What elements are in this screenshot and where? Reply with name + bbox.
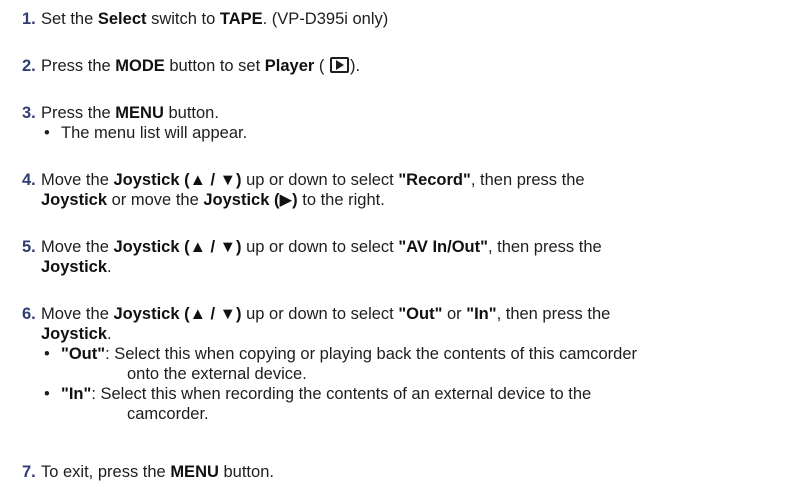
text-fragment: Set the — [41, 10, 98, 28]
step-number: 4. — [22, 171, 36, 189]
text-fragment: up or down to select — [241, 171, 399, 189]
text-fragment: ). — [350, 57, 361, 75]
text-fragment: Press the — [41, 104, 116, 122]
text-fragment: button. — [218, 463, 274, 481]
bold-term: "Out" — [398, 305, 443, 323]
text-fragment: Move the — [41, 305, 114, 323]
text-fragment: Move the — [41, 171, 114, 189]
bullet-glyph: • — [44, 124, 50, 142]
sub-text-continuation: camcorder. — [127, 405, 209, 423]
bold-term: Player — [264, 57, 315, 75]
sub-text: : Select this when recording the content… — [91, 385, 592, 403]
text-fragment: ( — [314, 57, 325, 75]
text-fragment: or move the — [107, 191, 204, 209]
player-mode-icon — [330, 57, 350, 73]
step-text: Press the MENU button. — [41, 103, 792, 123]
bold-term: "AV In/Out" — [398, 238, 488, 256]
step-text: To exit, press the MENU button. — [41, 462, 792, 482]
step-text: Move the Joystick (▲ / ▼) up or down to … — [41, 304, 792, 344]
text-fragment: . — [107, 325, 112, 343]
text-fragment: . — [107, 258, 112, 276]
bold-term: Joystick (▲ / ▼) — [113, 171, 242, 189]
text-fragment: . (VP-D395i only) — [262, 10, 389, 28]
bold-term: Joystick — [41, 258, 108, 276]
bold-term: "In" — [61, 385, 92, 403]
bullet-glyph: • — [44, 345, 50, 363]
text-fragment: or — [442, 305, 467, 323]
step-text: Move the Joystick (▲ / ▼) up or down to … — [41, 170, 792, 210]
step-3: 3. Press the MENU button. • The menu list… — [22, 103, 792, 143]
sub-bullet: • "In": Select this when recording the co… — [41, 384, 792, 424]
text-fragment: switch to — [146, 10, 220, 28]
step-text: Move the Joystick (▲ / ▼) up or down to … — [41, 237, 792, 277]
bold-term: Joystick — [41, 191, 108, 209]
text-fragment: , then press the — [487, 238, 602, 256]
text-fragment: To exit, press the — [41, 463, 171, 481]
bold-term: "Record" — [398, 171, 471, 189]
step-text: Press the MODE button to set Player ( ). — [41, 56, 792, 76]
step-number: 5. — [22, 238, 36, 256]
text-fragment: , then press the — [470, 171, 585, 189]
step-2: 2. Press the MODE button to set Player (… — [22, 56, 792, 76]
sub-bullet: • "Out": Select this when copying or play… — [41, 344, 792, 384]
sub-text: : Select this when copying or playing ba… — [105, 345, 638, 363]
text-fragment: up or down to select — [241, 238, 399, 256]
step-number: 1. — [22, 10, 36, 28]
step-text: Set the Select switch to TAPE. (VP-D395i… — [41, 9, 792, 29]
text-fragment: button. — [163, 104, 219, 122]
bold-term: Select — [97, 10, 147, 28]
text-fragment: Move the — [41, 238, 114, 256]
text-fragment: to the right. — [297, 191, 385, 209]
step-4: 4. Move the Joystick (▲ / ▼) up or down … — [22, 170, 792, 210]
bold-term: MODE — [115, 57, 165, 75]
bold-term: MENU — [115, 104, 164, 122]
text-fragment: button to set — [164, 57, 265, 75]
step-number: 3. — [22, 104, 36, 122]
bold-term: Joystick — [41, 325, 108, 343]
step-number: 7. — [22, 463, 36, 481]
step-5: 5. Move the Joystick (▲ / ▼) up or down … — [22, 237, 792, 277]
text-fragment: , then press the — [496, 305, 611, 323]
text-fragment: Press the — [41, 57, 116, 75]
bold-term: Joystick (▶) — [203, 191, 298, 209]
step-number: 6. — [22, 305, 36, 323]
step-1: 1. Set the Select switch to TAPE. (VP-D3… — [22, 9, 792, 29]
sub-bullet: • The menu list will appear. — [41, 123, 792, 143]
step-number: 2. — [22, 57, 36, 75]
bold-term: "In" — [466, 305, 497, 323]
text-fragment: up or down to select — [241, 305, 399, 323]
sub-text: The menu list will appear. — [61, 124, 248, 142]
step-6: 6. Move the Joystick (▲ / ▼) up or down … — [22, 304, 792, 424]
bullet-glyph: • — [44, 385, 50, 403]
sub-text-continuation: onto the external device. — [127, 365, 307, 383]
bold-term: Joystick (▲ / ▼) — [113, 238, 242, 256]
step-7: 7. To exit, press the MENU button. — [22, 462, 792, 482]
bold-term: MENU — [170, 463, 219, 481]
bold-term: "Out" — [61, 345, 106, 363]
bold-term: Joystick (▲ / ▼) — [113, 305, 242, 323]
bold-term: TAPE — [219, 10, 263, 28]
